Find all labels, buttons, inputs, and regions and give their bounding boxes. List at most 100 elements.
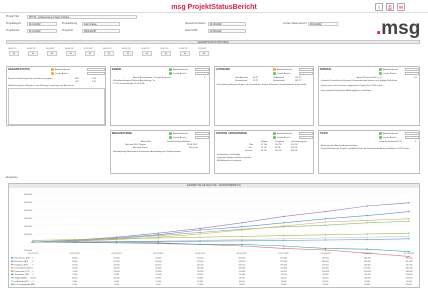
chart-svg: -100.000 0 100.000 200.000 300.000 400.000 500… bbox=[11, 194, 415, 286]
data-point bbox=[324, 218, 327, 220]
table-cell: 80.000 bbox=[155, 264, 161, 266]
status-dot-current bbox=[51, 68, 54, 71]
x-tick-label: 01.05.2022 bbox=[195, 253, 206, 255]
last-report-label: Letzter Bericht bbox=[173, 136, 187, 139]
stand-psb-field[interactable]: 18.06.2022 bbox=[208, 29, 246, 33]
data-point bbox=[366, 248, 368, 250]
current-report-select[interactable] bbox=[405, 132, 419, 136]
data-point bbox=[199, 236, 201, 238]
letzter-status-field[interactable]: 08.12.2022 bbox=[308, 22, 338, 26]
earned-value-chart: EARNED VALUE ANALYSE - FINANZÜBERBLICK -… bbox=[8, 183, 420, 288]
table-cell: 2.000 bbox=[72, 281, 77, 283]
last-report-select[interactable] bbox=[195, 136, 209, 140]
team-note-2: - Teamaktivitäten der Projekt- und Maßna… bbox=[320, 148, 410, 150]
ist-aufwand-label: Ist Aufwand bbox=[273, 77, 284, 79]
header: msg ProjektStatusBericht i ⎙ ✉ bbox=[0, 0, 428, 16]
data-point bbox=[324, 234, 327, 236]
series-line bbox=[32, 218, 410, 243]
last-report-select[interactable] bbox=[405, 72, 419, 76]
projektende-field[interactable]: 31.12.2022 bbox=[27, 29, 57, 33]
stand-psb-label: Stand PSB bbox=[185, 29, 198, 32]
risiko-note-3: - kann potentiell Zeitrahmen Abhängigkei… bbox=[320, 90, 372, 92]
panel-kosten: KOSTEN / ERGEBNISSE Aktueller Bericht Le… bbox=[214, 130, 314, 174]
legend-label: Leistungswert (EV) bbox=[15, 267, 32, 270]
data-point bbox=[157, 237, 160, 239]
history-date: 03.02.22 bbox=[8, 48, 17, 50]
rest-aufwand-label: Restaufwand bbox=[235, 80, 248, 82]
kosten-note-2: - Geplanter Einsatz einzelner externer bbox=[216, 157, 251, 159]
last-report-select[interactable] bbox=[299, 72, 313, 76]
kosten-cell: 220 TE bbox=[275, 150, 282, 152]
last-report-label: Letzter Bericht bbox=[383, 136, 397, 139]
steuerkreis-label: Steuerkreis Datum bbox=[185, 22, 206, 25]
table-cell: -20.000 bbox=[155, 271, 161, 273]
history-status-cell[interactable]: A bbox=[28, 51, 38, 56]
table-cell: 20.000 bbox=[72, 258, 78, 260]
status-dot-last bbox=[51, 72, 54, 75]
current-report-select[interactable] bbox=[87, 68, 105, 72]
ereignisse-label: Ereignisse bbox=[6, 176, 18, 179]
last-report-select[interactable] bbox=[87, 72, 105, 76]
status-dot-current bbox=[379, 68, 382, 71]
history-status-cell[interactable]: A bbox=[85, 51, 95, 56]
kosten-cell: 190 TE bbox=[291, 147, 298, 149]
table-cell: 20.000 bbox=[30, 278, 36, 280]
table-cell: 490.000 bbox=[406, 261, 413, 263]
history-status-cell[interactable]: A bbox=[199, 51, 209, 56]
export-button[interactable]: ⎙ bbox=[386, 3, 394, 11]
history-status-cell[interactable]: A bbox=[161, 51, 171, 56]
current-report-select[interactable] bbox=[299, 68, 313, 72]
current-report-select[interactable] bbox=[195, 68, 209, 72]
ms-ablauf-label: Ablauf MS bbox=[141, 141, 151, 143]
status-notes-area[interactable] bbox=[8, 88, 105, 125]
mail-button[interactable]: ✉ bbox=[397, 3, 405, 11]
status-dot-current bbox=[273, 68, 276, 71]
table-cell: 30.000 bbox=[114, 268, 120, 270]
projektbeginn-field[interactable]: 01.01.2022 bbox=[27, 22, 57, 26]
steuerkreis-field[interactable]: 01.06.2022 bbox=[208, 22, 246, 26]
data-point bbox=[408, 210, 410, 213]
projektleitung-field[interactable]: Jaim Krause bbox=[82, 22, 120, 26]
data-point bbox=[366, 252, 368, 254]
history-status-cell[interactable]: A bbox=[180, 51, 190, 56]
last-report-select[interactable] bbox=[195, 72, 209, 76]
history-status-cell[interactable]: A bbox=[123, 51, 133, 56]
table-cell: 50.000 bbox=[155, 278, 161, 280]
table-cell: 150.000 bbox=[238, 268, 245, 270]
current-report-select[interactable] bbox=[299, 132, 313, 136]
current-report-label: Aktueller Bericht bbox=[277, 132, 293, 135]
projekt-titel-label: Projekt Titel bbox=[6, 15, 20, 18]
history-status-cell[interactable]: A bbox=[47, 51, 57, 56]
data-point bbox=[324, 210, 327, 213]
ms-next-label: Nächster MS / Zielwert bbox=[125, 144, 147, 146]
last-report-select[interactable] bbox=[299, 136, 313, 140]
table-cell: -30.000 bbox=[197, 274, 203, 276]
data-point bbox=[115, 236, 118, 238]
projekt-titel-field[interactable]: PPTTA - tmPersonal und Team Turbans bbox=[27, 15, 137, 19]
panel-title: TEAM bbox=[320, 132, 328, 136]
history-status-cell[interactable]: A bbox=[142, 51, 152, 56]
table-cell: 250.000 bbox=[322, 268, 329, 270]
data-point bbox=[408, 250, 410, 253]
table-cell: -30.000 bbox=[197, 271, 203, 273]
status-dot-last bbox=[273, 136, 276, 139]
aufwand-note: - Einschätzung Aufwand liegen / ist inne… bbox=[216, 84, 307, 86]
team-zufriedenheit-label: Team-Zufriedenheit (1-5) bbox=[379, 141, 402, 143]
history-status-cell[interactable]: A bbox=[66, 51, 76, 56]
projekt-id-field[interactable]: 0000-22187 bbox=[82, 29, 120, 33]
kosten-col-budget: Budget bbox=[261, 141, 268, 143]
msg-logo: .msg bbox=[376, 18, 421, 39]
plan-aufwand-label: Plan Aufwand bbox=[235, 77, 248, 79]
status-note: Stabilisierung des Projektes in der Plan… bbox=[8, 85, 74, 87]
current-report-select[interactable] bbox=[195, 132, 209, 136]
history-status-cell[interactable]: A bbox=[9, 51, 19, 56]
last-report-select[interactable] bbox=[405, 136, 419, 140]
info-button[interactable]: i bbox=[375, 3, 383, 11]
data-point bbox=[199, 227, 201, 230]
history-status-cell[interactable]: A bbox=[104, 51, 114, 56]
table-cell: 30.000 bbox=[239, 281, 245, 283]
current-report-label: Aktueller Bericht bbox=[277, 68, 293, 71]
current-report-select[interactable] bbox=[405, 68, 419, 72]
panel-meilensteine: MEILENSTEINE Aktueller Bericht Letzter B… bbox=[110, 130, 210, 174]
table-cell: -180.000 bbox=[405, 271, 412, 273]
